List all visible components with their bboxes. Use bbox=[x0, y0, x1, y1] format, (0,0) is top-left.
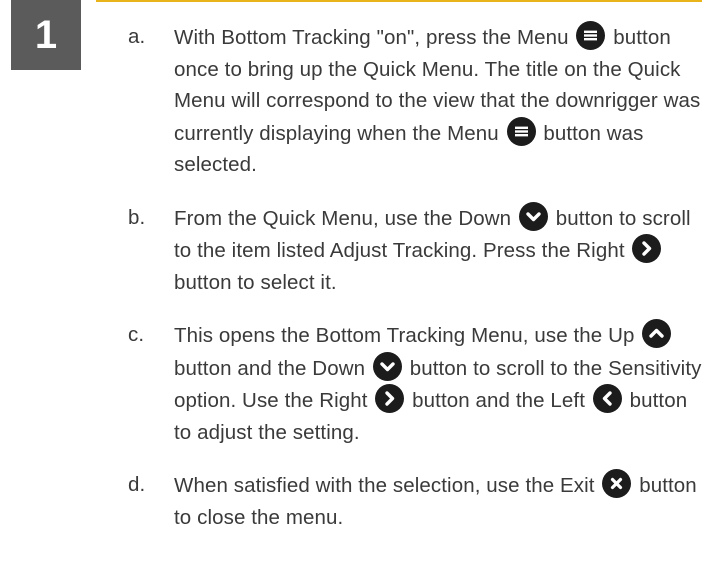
chevron-right-icon bbox=[375, 384, 405, 413]
item-text: With Bottom Tracking "on", press the Men… bbox=[174, 26, 569, 49]
chevron-up-icon bbox=[642, 319, 672, 348]
list-item: b. From the Quick Menu, use the Down but… bbox=[128, 201, 702, 299]
list-item: c. This opens the Bottom Tracking Menu, … bbox=[128, 319, 702, 448]
menu-icon bbox=[506, 116, 536, 146]
chevron-down-icon bbox=[372, 351, 402, 381]
list-item: d. When satisfied with the selection, us… bbox=[128, 469, 702, 533]
instruction-list: a. With Bottom Tracking "on", press the … bbox=[128, 21, 702, 554]
item-text: This opens the Bottom Tracking Menu, use… bbox=[174, 324, 635, 347]
close-icon bbox=[602, 469, 632, 498]
item-text: button and the Left bbox=[412, 389, 586, 412]
top-divider bbox=[96, 0, 702, 2]
chevron-left-icon bbox=[592, 384, 622, 413]
item-marker: a. bbox=[128, 25, 146, 48]
step-number-badge: 1 bbox=[11, 0, 81, 70]
list-item: a. With Bottom Tracking "on", press the … bbox=[128, 21, 702, 181]
item-marker: b. bbox=[128, 205, 146, 229]
step-number: 1 bbox=[34, 12, 58, 57]
chevron-right-icon bbox=[632, 234, 662, 263]
item-text: When satisfied with the selection, use t… bbox=[174, 474, 595, 497]
item-marker: c. bbox=[128, 323, 145, 346]
menu-icon bbox=[576, 21, 606, 50]
item-marker: d. bbox=[128, 473, 146, 496]
chevron-down-icon bbox=[518, 201, 548, 231]
item-text: From the Quick Menu, use the Down bbox=[174, 206, 512, 230]
item-text: button and the Down bbox=[174, 356, 366, 380]
item-text: button to select it. bbox=[174, 270, 337, 294]
